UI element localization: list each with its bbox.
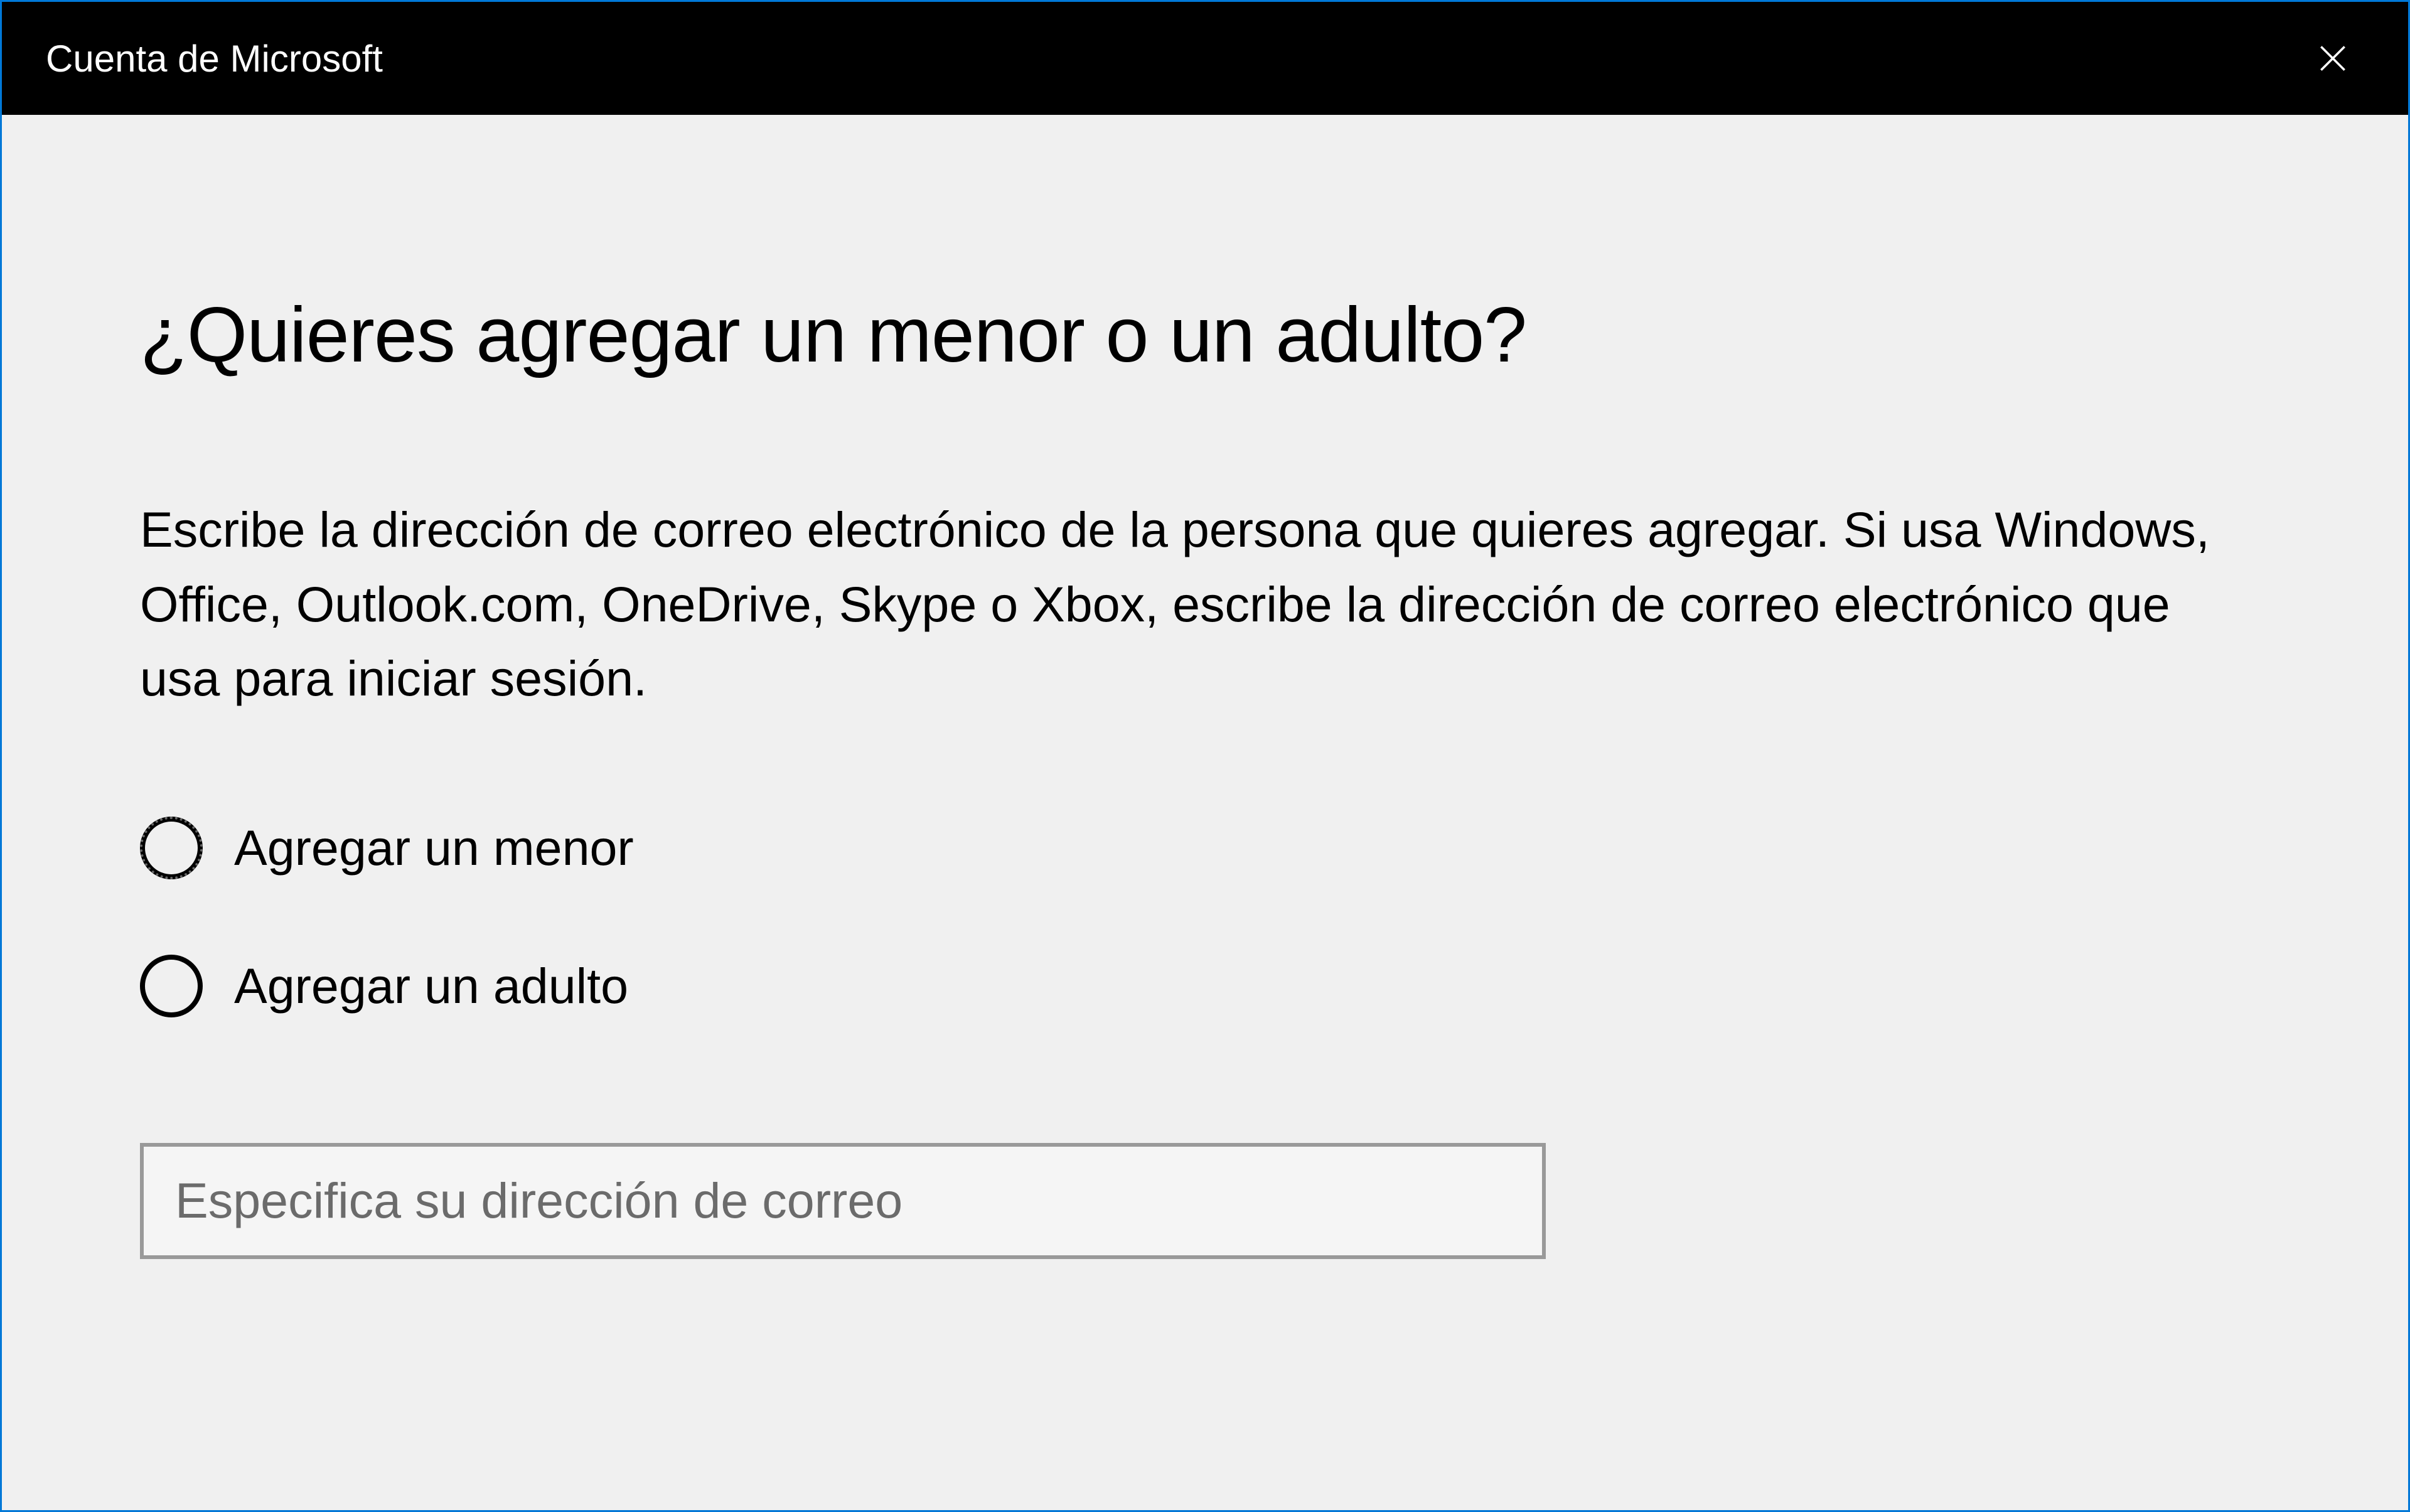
dialog-window: Cuenta de Microsoft ¿Quieres agregar un … xyxy=(0,0,2410,1512)
radio-circle-icon xyxy=(140,817,203,879)
title-bar: Cuenta de Microsoft xyxy=(2,2,2408,115)
radio-label: Agregar un adulto xyxy=(234,957,628,1015)
page-description: Escribe la dirección de correo electróni… xyxy=(140,493,2211,716)
email-input-wrapper xyxy=(140,1143,2270,1259)
dialog-content: ¿Quieres agregar un menor o un adulto? E… xyxy=(2,115,2408,1510)
close-icon xyxy=(2315,41,2350,76)
radio-label: Agregar un menor xyxy=(234,819,634,877)
close-button[interactable] xyxy=(2295,21,2370,96)
radio-circle-icon xyxy=(140,955,203,1017)
window-title: Cuenta de Microsoft xyxy=(46,37,383,80)
radio-option-minor[interactable]: Agregar un menor xyxy=(140,817,2270,879)
page-heading: ¿Quieres agregar un menor o un adulto? xyxy=(140,291,2270,380)
email-input[interactable] xyxy=(140,1143,1546,1259)
radio-group: Agregar un menor Agregar un adulto xyxy=(140,817,2270,1017)
radio-option-adult[interactable]: Agregar un adulto xyxy=(140,955,2270,1017)
